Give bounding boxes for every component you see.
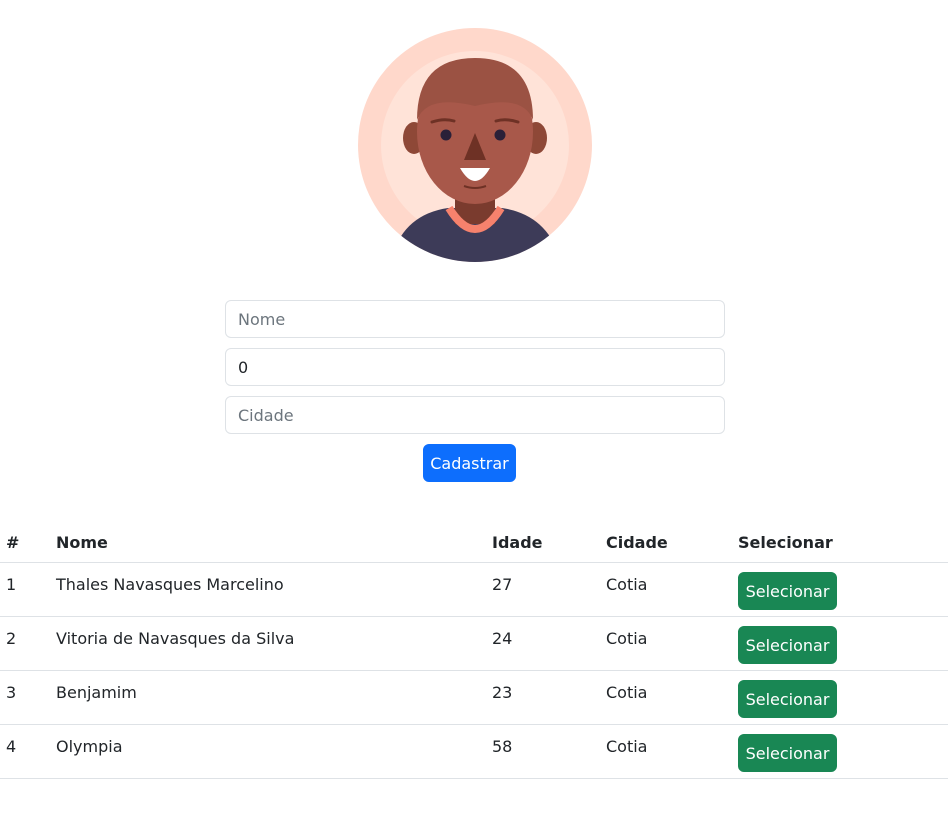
cidade-input[interactable] <box>225 396 725 434</box>
cell-id: 1 <box>0 562 50 617</box>
cell-action: Selecionar <box>732 670 948 725</box>
nome-input[interactable] <box>225 300 725 338</box>
cell-cidade: Cotia <box>600 562 732 617</box>
cell-action: Selecionar <box>732 616 948 671</box>
cell-idade: 24 <box>486 616 600 671</box>
cell-action: Selecionar <box>732 724 948 779</box>
selecionar-button[interactable]: Selecionar <box>738 734 837 772</box>
selecionar-button[interactable]: Selecionar <box>738 680 837 718</box>
register-form: Cadastrar <box>225 300 725 482</box>
cell-id: 3 <box>0 670 50 725</box>
table-row: 4 Olympia 58 Cotia Selecionar <box>0 724 948 779</box>
header-selecionar: Selecionar <box>732 522 948 563</box>
cell-nome: Olympia <box>50 724 486 779</box>
table-row: 3 Benjamim 23 Cotia Selecionar <box>0 670 948 725</box>
person-avatar-icon <box>358 28 592 262</box>
idade-input[interactable] <box>225 348 725 386</box>
cell-idade: 27 <box>486 562 600 617</box>
cell-cidade: Cotia <box>600 724 732 779</box>
header-nome: Nome <box>50 522 486 563</box>
cell-cidade: Cotia <box>600 616 732 671</box>
cell-action: Selecionar <box>732 562 948 617</box>
cell-id: 2 <box>0 616 50 671</box>
cell-id: 4 <box>0 724 50 779</box>
header-idade: Idade <box>486 522 600 563</box>
cell-nome: Thales Navasques Marcelino <box>50 562 486 617</box>
cell-idade: 23 <box>486 670 600 725</box>
selecionar-button[interactable]: Selecionar <box>738 572 837 610</box>
table-row: 2 Vitoria de Navasques da Silva 24 Cotia… <box>0 616 948 671</box>
header-cidade: Cidade <box>600 522 732 563</box>
cadastrar-button[interactable]: Cadastrar <box>423 444 516 482</box>
table-header-row: # Nome Idade Cidade Selecionar <box>0 522 948 563</box>
cell-cidade: Cotia <box>600 670 732 725</box>
cell-nome: Benjamim <box>50 670 486 725</box>
people-table: # Nome Idade Cidade Selecionar 1 Thales … <box>0 522 948 779</box>
cell-idade: 58 <box>486 724 600 779</box>
selecionar-button[interactable]: Selecionar <box>738 626 837 664</box>
header-id: # <box>0 522 50 563</box>
table-row: 1 Thales Navasques Marcelino 27 Cotia Se… <box>0 562 948 617</box>
cell-nome: Vitoria de Navasques da Silva <box>50 616 486 671</box>
